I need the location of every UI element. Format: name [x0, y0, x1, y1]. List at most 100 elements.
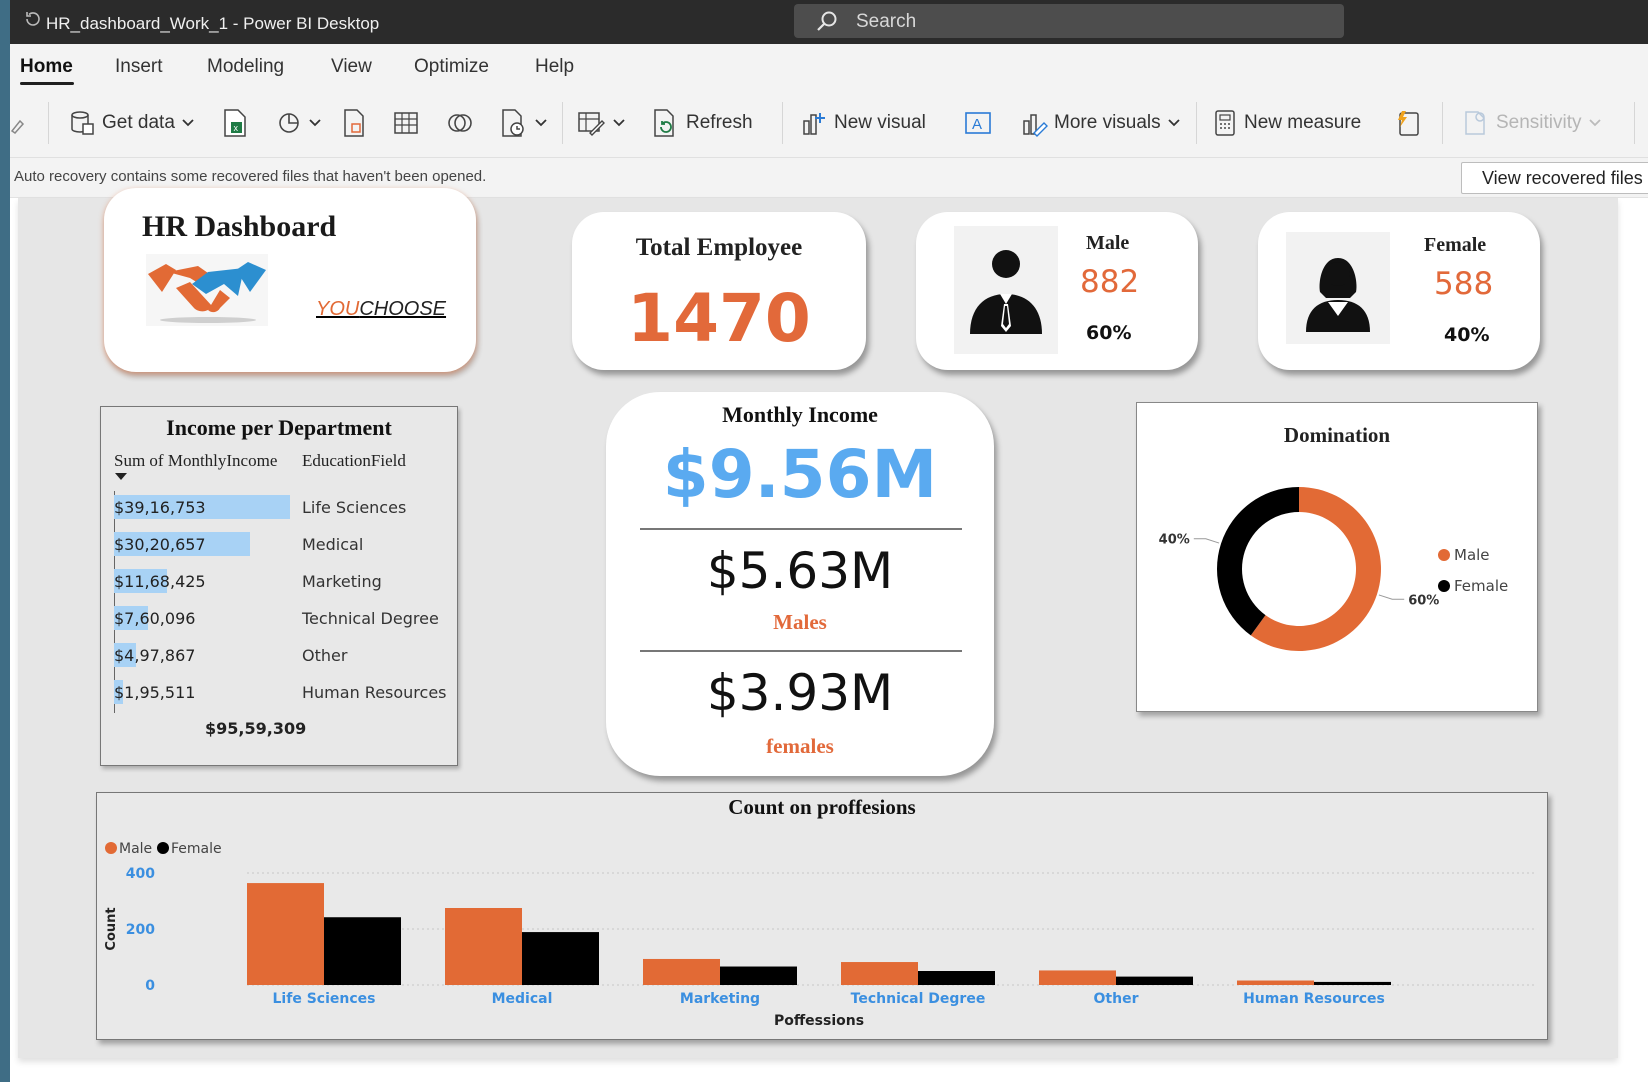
donut-data-label: 60% [1408, 593, 1439, 608]
new-visual-icon [803, 113, 825, 135]
title-bar: HR_dashboard_Work_1 - Power BI Desktop S… [10, 0, 1648, 44]
department-income-value: $30,20,657 [114, 535, 206, 554]
male-card[interactable]: Male 882 60% [916, 212, 1198, 370]
x-tick-label: Human Resources [1243, 991, 1385, 1007]
tab-insert[interactable]: Insert [115, 56, 163, 78]
handshake-icon [148, 262, 266, 323]
chevron-down-icon [309, 119, 321, 127]
transform-data-button[interactable] [576, 106, 626, 140]
sensitivity-button[interactable]: Sensitivity [1462, 106, 1602, 140]
handshake-logo [146, 254, 268, 326]
sensitivity-label: Sensitivity [1496, 112, 1582, 133]
department-income-value: $1,95,511 [114, 683, 196, 702]
department-row[interactable]: $11,68,425 Marketing [114, 569, 454, 593]
svg-text:x: x [234, 123, 239, 133]
tab-view[interactable]: View [331, 56, 372, 78]
quick-measure-button[interactable] [1394, 106, 1422, 140]
department-row[interactable]: $7,60,096 Technical Degree [114, 606, 454, 630]
text-box-icon: A [965, 112, 991, 134]
new-visual-button[interactable]: New visual [800, 106, 926, 140]
department-income-value: $39,16,753 [114, 498, 206, 517]
domination-donut-chart[interactable]: Domination 60% 40% Male Female [1136, 402, 1538, 712]
y-axis-label: Count [104, 907, 119, 950]
excel-workbook-button[interactable]: x [222, 106, 248, 140]
legend-label-male: Male [1454, 546, 1490, 564]
monthly-income-card[interactable]: Monthly Income $9.56M $5.63M Males $3.93… [606, 392, 994, 776]
more-visuals-label: More visuals [1054, 112, 1161, 133]
refresh-icon [654, 109, 674, 137]
department-row[interactable]: $39,16,753 Life Sciences [114, 495, 454, 519]
y-tick-label: 400 [126, 866, 155, 882]
tab-home[interactable]: Home [20, 56, 73, 78]
hr-dashboard-card[interactable]: HR Dashboard YOUCHOOSE [104, 188, 476, 372]
format-painter-button[interactable] [10, 106, 26, 140]
column-header-education-field[interactable]: EducationField [302, 451, 406, 471]
get-data-button[interactable]: Get data [68, 106, 195, 140]
department-income-value: $11,68,425 [114, 572, 206, 591]
transform-icon [578, 112, 605, 136]
department-row[interactable]: $1,95,511 Human Resources [114, 680, 454, 704]
department-row[interactable]: $30,20,657 Medical [114, 532, 454, 556]
department-name: Marketing [302, 572, 382, 591]
text-box-button[interactable]: A [964, 106, 992, 140]
enter-data-button[interactable] [392, 106, 420, 140]
female-avatar [1286, 232, 1390, 344]
department-row[interactable]: $4,97,867 Other [114, 643, 454, 667]
ribbon-separator [1196, 102, 1197, 144]
count-on-professions-chart[interactable]: Count on proffesions 0 200 400 Count Poffess… [96, 792, 1548, 1040]
more-visuals-icon [1023, 114, 1048, 137]
female-person-icon [1306, 258, 1370, 332]
recent-sources-button[interactable] [500, 106, 548, 140]
chevron-down-icon [1588, 119, 1601, 127]
female-percent: 40% [1444, 324, 1490, 346]
ribbon-separator [48, 102, 49, 144]
chevron-down-icon [613, 119, 625, 127]
tab-optimize[interactable]: Optimize [414, 56, 489, 78]
total-employee-card[interactable]: Total Employee 1470 [572, 212, 866, 370]
new-measure-label: New measure [1244, 112, 1362, 133]
svg-text:A: A [972, 116, 982, 133]
autosave-icon[interactable] [24, 10, 42, 28]
quick-measure-icon [1398, 111, 1419, 136]
donut-slice-female [1217, 487, 1299, 636]
total-employee-title: Total Employee [635, 234, 803, 261]
x-tick-label: Life Sciences [273, 991, 376, 1007]
male-avatar [954, 226, 1058, 354]
get-data-label: Get data [102, 112, 175, 133]
bar-plot: 0 200 400 Count Poffessions Male Female Life Sc… [104, 841, 1537, 1029]
male-income-value: $5.63M [706, 542, 894, 600]
x-tick-label: Technical Degree [851, 991, 986, 1007]
refresh-button[interactable]: Refresh [652, 106, 753, 140]
sql-server-button[interactable] [342, 106, 366, 140]
bar-female [918, 971, 995, 985]
column-header-income[interactable]: Sum of MonthlyIncome [114, 451, 277, 471]
tab-modeling[interactable]: Modeling [207, 56, 284, 78]
chevron-down-icon [535, 119, 547, 127]
sort-descending-icon[interactable] [115, 473, 127, 481]
donut-plot: 60% 40% Male Female [1159, 487, 1508, 651]
excel-icon: x [224, 109, 246, 137]
income-per-department-table[interactable]: Income per Department Sum of MonthlyInco… [100, 406, 458, 766]
y-tick-label: 0 [145, 978, 155, 994]
male-title: Male [1086, 232, 1130, 254]
female-income-value: $3.93M [706, 664, 894, 722]
male-count: 882 [1080, 264, 1140, 300]
bar-male [841, 962, 918, 985]
view-recovered-files-button[interactable]: View recovered files [1461, 162, 1648, 194]
dataverse-button[interactable] [446, 106, 474, 140]
brand-you: YOU [316, 298, 360, 320]
new-measure-button[interactable]: New measure [1212, 106, 1361, 140]
female-card[interactable]: Female 588 40% [1258, 212, 1540, 370]
search-box[interactable]: Search [794, 4, 1344, 38]
legend-label-female: Female [171, 841, 222, 857]
tab-help[interactable]: Help [535, 56, 574, 78]
more-visuals-button[interactable]: More visuals [1020, 106, 1181, 140]
new-visual-label: New visual [834, 112, 926, 133]
donut-leader-line [1193, 538, 1220, 544]
legend-marker-male [105, 842, 117, 854]
ribbon-separator [562, 102, 563, 144]
divider-line [640, 650, 962, 652]
window-title: HR_dashboard_Work_1 - Power BI Desktop [46, 14, 380, 33]
onelake-hub-button[interactable] [276, 106, 322, 140]
dataverse-icon [448, 114, 472, 132]
